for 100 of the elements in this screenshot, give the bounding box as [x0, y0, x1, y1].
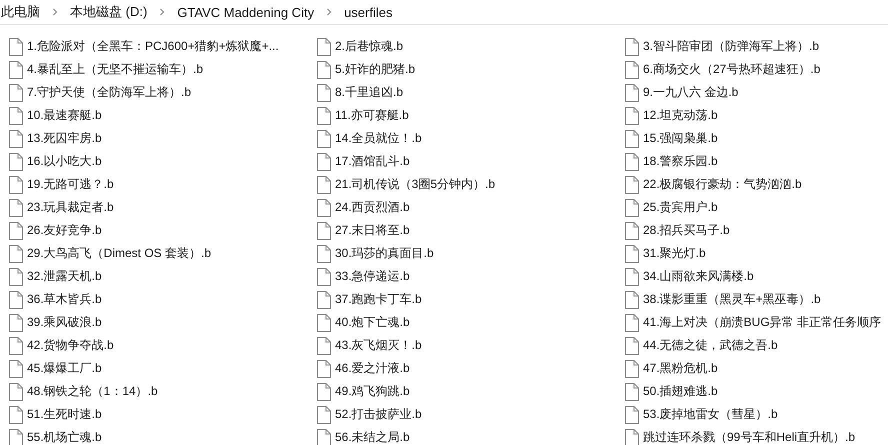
chevron-right-icon[interactable]	[159, 8, 166, 16]
file-item[interactable]: 53.废掉地雷女（彗星）.b	[616, 403, 888, 426]
file-item[interactable]: 31.聚光灯.b	[616, 242, 888, 265]
breadcrumb-item[interactable]: 本地磁盘 (D:)	[70, 3, 148, 21]
file-item[interactable]: 17.酒馆乱斗.b	[308, 150, 616, 173]
file-item[interactable]: 43.灰飞烟灭！.b	[308, 334, 616, 357]
file-icon	[9, 382, 23, 400]
file-item[interactable]: 13.死囚牢房.b	[0, 127, 308, 150]
file-item[interactable]: 46.爱之汁液.b	[308, 357, 616, 380]
file-item[interactable]: 7.守护天使（全防海军上将）.b	[0, 81, 308, 104]
file-icon	[317, 290, 331, 308]
breadcrumb-item[interactable]: 此电脑	[1, 3, 40, 21]
file-item[interactable]: 10.最速赛艇.b	[0, 104, 308, 127]
file-item[interactable]: 27.末日将至.b	[308, 219, 616, 242]
file-item[interactable]: 3.智斗陪审团（防弹海军上将）.b	[616, 35, 888, 58]
chevron-right-icon[interactable]	[52, 8, 58, 16]
file-item[interactable]: 9.一九八六 金边.b	[616, 81, 888, 104]
file-item[interactable]: 36.草木皆兵.b	[0, 288, 308, 311]
file-icon	[625, 268, 639, 286]
breadcrumb-item[interactable]: userfiles	[344, 4, 392, 20]
file-icon	[317, 130, 331, 148]
file-item[interactable]: 37.跑跑卡丁车.b	[308, 288, 616, 311]
file-item[interactable]: 47.黑粉危机.b	[616, 357, 888, 380]
file-item[interactable]: 33.急停递运.b	[308, 265, 616, 288]
file-item[interactable]: 50.插翅难逃.b	[616, 380, 888, 403]
file-item[interactable]: 12.坦克动荡.b	[616, 104, 888, 127]
file-icon	[625, 130, 639, 148]
file-icon	[317, 198, 331, 216]
file-item[interactable]: 6.商场交火（27号热环超速狂）.b	[616, 58, 888, 81]
file-item[interactable]: 22.极腐银行豪劫：气势汹汹.b	[616, 173, 888, 196]
file-item[interactable]: 23.玩具裁定者.b	[0, 196, 308, 219]
file-icon	[9, 360, 23, 378]
file-item[interactable]: 4.暴乱至上（无坚不摧运输车）.b	[0, 58, 308, 81]
file-icon	[625, 198, 639, 216]
file-icon	[9, 222, 23, 240]
file-item[interactable]: 32.泄露天机.b	[0, 265, 308, 288]
file-icon	[625, 38, 639, 56]
file-icon	[9, 314, 23, 332]
file-item[interactable]: 49.鸡飞狗跳.b	[308, 380, 616, 403]
file-item[interactable]: 30.玛莎的真面目.b	[308, 242, 616, 265]
file-icon	[625, 106, 639, 124]
file-item[interactable]: 40.炮下亡魂.b	[308, 311, 616, 334]
file-item[interactable]: 51.生死时速.b	[0, 403, 308, 426]
file-item[interactable]: 29.大鸟高飞（Dimest OS 套装）.b	[0, 242, 308, 265]
file-item[interactable]: 15.强闯枭巢.b	[616, 127, 888, 150]
file-item[interactable]: 45.爆爆工厂.b	[0, 357, 308, 380]
file-icon	[9, 290, 23, 308]
file-item[interactable]: 42.货物争夺战.b	[0, 334, 308, 357]
file-item[interactable]: 16.以小吃大.b	[0, 150, 308, 173]
file-item[interactable]: 24.西贡烈酒.b	[308, 196, 616, 219]
file-item[interactable]: 跳过连环杀戮（99号车和Heli直升机）.b	[616, 426, 888, 445]
file-item[interactable]: 44.无德之徒，武德之吾.b	[616, 334, 888, 357]
file-icon	[9, 84, 23, 102]
file-icon	[625, 244, 639, 262]
file-item[interactable]: 21.司机传说（3圈5分钟内）.b	[308, 173, 616, 196]
file-item[interactable]: 19.无路可逃？.b	[0, 173, 308, 196]
file-item[interactable]: 14.全员就位！.b	[308, 127, 616, 150]
file-icon	[625, 360, 639, 378]
file-icon	[9, 336, 23, 354]
file-icon	[317, 382, 331, 400]
file-icon	[317, 106, 331, 124]
file-icon	[625, 290, 639, 308]
file-icon	[625, 336, 639, 354]
file-icon	[317, 314, 331, 332]
file-icon	[625, 314, 639, 332]
file-icon	[317, 60, 331, 78]
file-item[interactable]: 28.招兵买马子.b	[616, 219, 888, 242]
file-icon	[9, 130, 23, 148]
file-item[interactable]: 39.乘风破浪.b	[0, 311, 308, 334]
file-icon	[317, 336, 331, 354]
file-item[interactable]: 1.危险派对（全黑车：PCJ600+猎豹+炼狱魔+...	[0, 35, 308, 58]
file-item[interactable]: 55.机场亡魂.b	[0, 426, 308, 445]
file-icon	[625, 84, 639, 102]
file-item[interactable]: 5.奸诈的肥猪.b	[308, 58, 616, 81]
file-icon	[9, 244, 23, 262]
file-icon	[9, 406, 23, 424]
file-item[interactable]: 26.友好竞争.b	[0, 219, 308, 242]
file-item[interactable]: 52.打击披萨业.b	[308, 403, 616, 426]
file-item[interactable]: 8.千里追凶.b	[308, 81, 616, 104]
file-item[interactable]: 25.贵宾用户.b	[616, 196, 888, 219]
file-item[interactable]: 2.后巷惊魂.b	[308, 35, 616, 58]
file-item[interactable]: 41.海上对决（崩溃BUG异常 非正常任务顺序	[616, 311, 888, 334]
file-icon	[317, 268, 331, 286]
file-item[interactable]: 38.谍影重重（黑灵车+黑巫毒）.b	[616, 288, 888, 311]
file-icon	[317, 176, 331, 194]
file-item[interactable]: 34.山雨欲来风满楼.b	[616, 265, 888, 288]
file-icon	[317, 84, 331, 102]
file-item[interactable]: 56.未结之局.b	[308, 426, 616, 445]
breadcrumb-item[interactable]: GTAVC Maddening City	[177, 4, 314, 20]
file-icon	[317, 406, 331, 424]
file-icon	[625, 176, 639, 194]
file-icon	[9, 268, 23, 286]
file-icon	[9, 176, 23, 194]
file-icon	[317, 360, 331, 378]
chevron-right-icon[interactable]	[326, 8, 332, 16]
file-item[interactable]: 18.警察乐园.b	[616, 150, 888, 173]
file-item[interactable]: 11.亦可赛艇.b	[308, 104, 616, 127]
file-icon	[625, 152, 639, 170]
file-icon	[9, 198, 23, 216]
file-item[interactable]: 48.钢铁之轮（1：14）.b	[0, 380, 308, 403]
